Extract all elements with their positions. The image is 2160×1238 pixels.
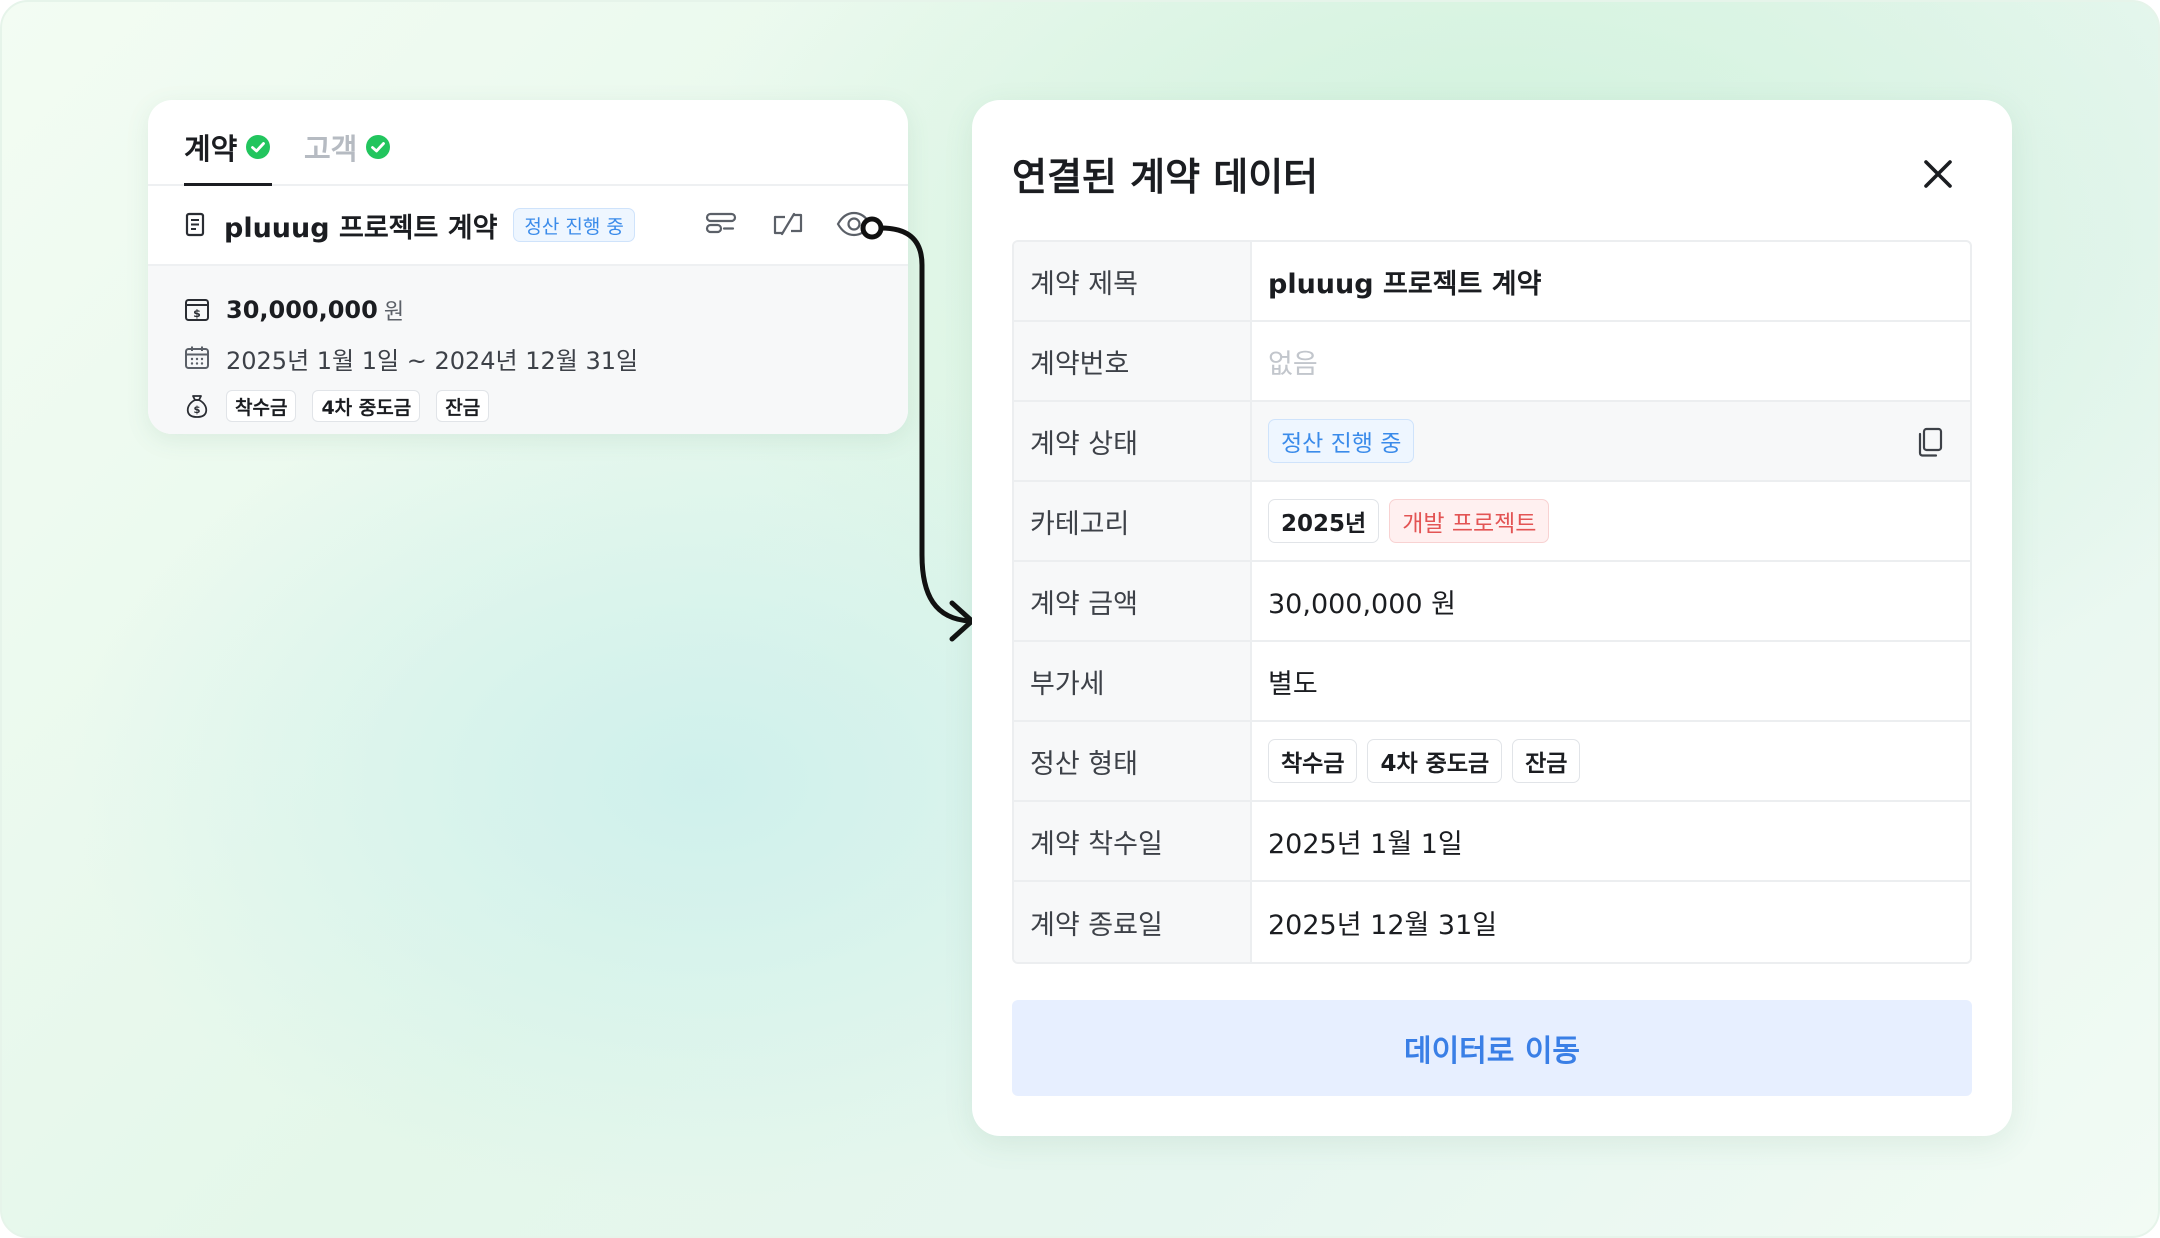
money-bag-icon: $ <box>186 395 208 418</box>
status-badge: 정산 진행 중 <box>1268 419 1415 463</box>
payment-chip: 4차 중도금 <box>1367 739 1503 783</box>
amount-value: 30,000,000 <box>226 296 378 324</box>
row-value: 없음 <box>1268 348 1318 380</box>
payment-chip: 착수금 <box>1268 739 1358 783</box>
row-label: 계약 금액 <box>1014 562 1252 640</box>
table-row: 계약번호 없음 <box>1014 322 1970 402</box>
row-value: 별도 <box>1268 668 1318 700</box>
contract-title-row[interactable]: pluuug 프로젝트 계약 정산 진행 중 <box>148 186 908 266</box>
filter-icon[interactable] <box>704 206 740 242</box>
table-row: 계약 금액 30,000,000 원 <box>1014 562 1970 642</box>
contract-data-table: 계약 제목 pluuug 프로젝트 계약 계약번호 없음 계약 상태 정산 진행… <box>1012 240 1972 964</box>
payment-chip: 잔금 <box>1512 739 1581 783</box>
tab-contract[interactable]: 계약 <box>184 126 271 168</box>
period-value: 2025년 1월 1일 ~ 2024년 12월 31일 <box>226 346 639 375</box>
table-row: 계약 상태 정산 진행 중 <box>1014 402 1970 482</box>
money-box-icon: $ <box>185 299 209 321</box>
row-label: 계약 제목 <box>1014 242 1252 320</box>
row-label: 계약 종료일 <box>1014 882 1252 962</box>
category-chip: 개발 프로젝트 <box>1389 499 1550 543</box>
unlink-icon[interactable] <box>770 206 806 242</box>
tab-customer[interactable]: 고객 <box>304 126 391 168</box>
calendar-icon <box>185 346 209 369</box>
svg-text:$: $ <box>194 405 201 416</box>
tab-bar: 계약 고객 <box>148 100 908 186</box>
connector-arrow-icon <box>860 216 975 642</box>
payment-chip: 착수금 <box>226 390 297 422</box>
payment-chip: 4차 중도금 <box>312 390 421 422</box>
close-icon[interactable] <box>1920 156 1956 192</box>
table-row: 카테고리 2025년 개발 프로젝트 <box>1014 482 1970 562</box>
contract-card: 계약 고객 pluuug 프로젝트 계약 정산 진행 중 $ 30,000,00… <box>148 100 908 434</box>
row-label: 계약번호 <box>1014 322 1252 400</box>
payment-chip: 잔금 <box>436 390 490 422</box>
row-value: 2025년 12월 31일 <box>1268 909 1498 941</box>
linked-contract-panel: 연결된 계약 데이터 계약 제목 pluuug 프로젝트 계약 계약번호 없음 … <box>972 100 2012 1136</box>
row-label: 계약 상태 <box>1014 402 1252 480</box>
table-row: 계약 제목 pluuug 프로젝트 계약 <box>1014 242 1970 322</box>
document-icon <box>185 212 205 237</box>
category-chip: 2025년 <box>1268 499 1380 543</box>
payment-line: $ 착수금 4차 중도금 잔금 <box>184 382 872 430</box>
table-row: 정산 형태 착수금 4차 중도금 잔금 <box>1014 722 1970 802</box>
row-value: pluuug 프로젝트 계약 <box>1268 268 1542 300</box>
tab-contract-label: 계약 <box>184 132 238 166</box>
row-value-container: 착수금 4차 중도금 잔금 <box>1252 722 1970 800</box>
amount-line: $ 30,000,000 원 <box>184 286 872 334</box>
check-circle-icon <box>246 135 271 159</box>
row-value: 2025년 1월 1일 <box>1268 828 1463 860</box>
table-row: 부가세 별도 <box>1014 642 1970 722</box>
row-value: 30,000,000 원 <box>1268 588 1457 620</box>
svg-text:$: $ <box>193 307 201 320</box>
table-row: 계약 종료일 2025년 12월 31일 <box>1014 882 1970 962</box>
row-value-container: 정산 진행 중 <box>1252 402 1970 480</box>
row-label: 정산 형태 <box>1014 722 1252 800</box>
status-badge: 정산 진행 중 <box>513 208 635 242</box>
panel-title: 연결된 계약 데이터 <box>1012 155 1319 199</box>
period-line: 2025년 1월 1일 ~ 2024년 12월 31일 <box>184 334 872 382</box>
row-actions <box>704 206 872 242</box>
tab-customer-label: 고객 <box>304 132 358 166</box>
row-label: 계약 착수일 <box>1014 802 1252 880</box>
table-row: 계약 착수일 2025년 1월 1일 <box>1014 802 1970 882</box>
copy-icon[interactable] <box>1914 426 1946 458</box>
contract-details: $ 30,000,000 원 2025년 1월 1일 ~ 2024년 12월 3… <box>148 266 908 434</box>
row-label: 부가세 <box>1014 642 1252 720</box>
row-label: 카테고리 <box>1014 482 1252 560</box>
check-circle-icon <box>366 135 391 159</box>
contract-title: pluuug 프로젝트 계약 <box>224 212 498 244</box>
amount-unit: 원 <box>383 300 405 325</box>
row-value-container: 2025년 개발 프로젝트 <box>1252 482 1970 560</box>
go-to-data-button[interactable]: 데이터로 이동 <box>1012 1000 1972 1096</box>
